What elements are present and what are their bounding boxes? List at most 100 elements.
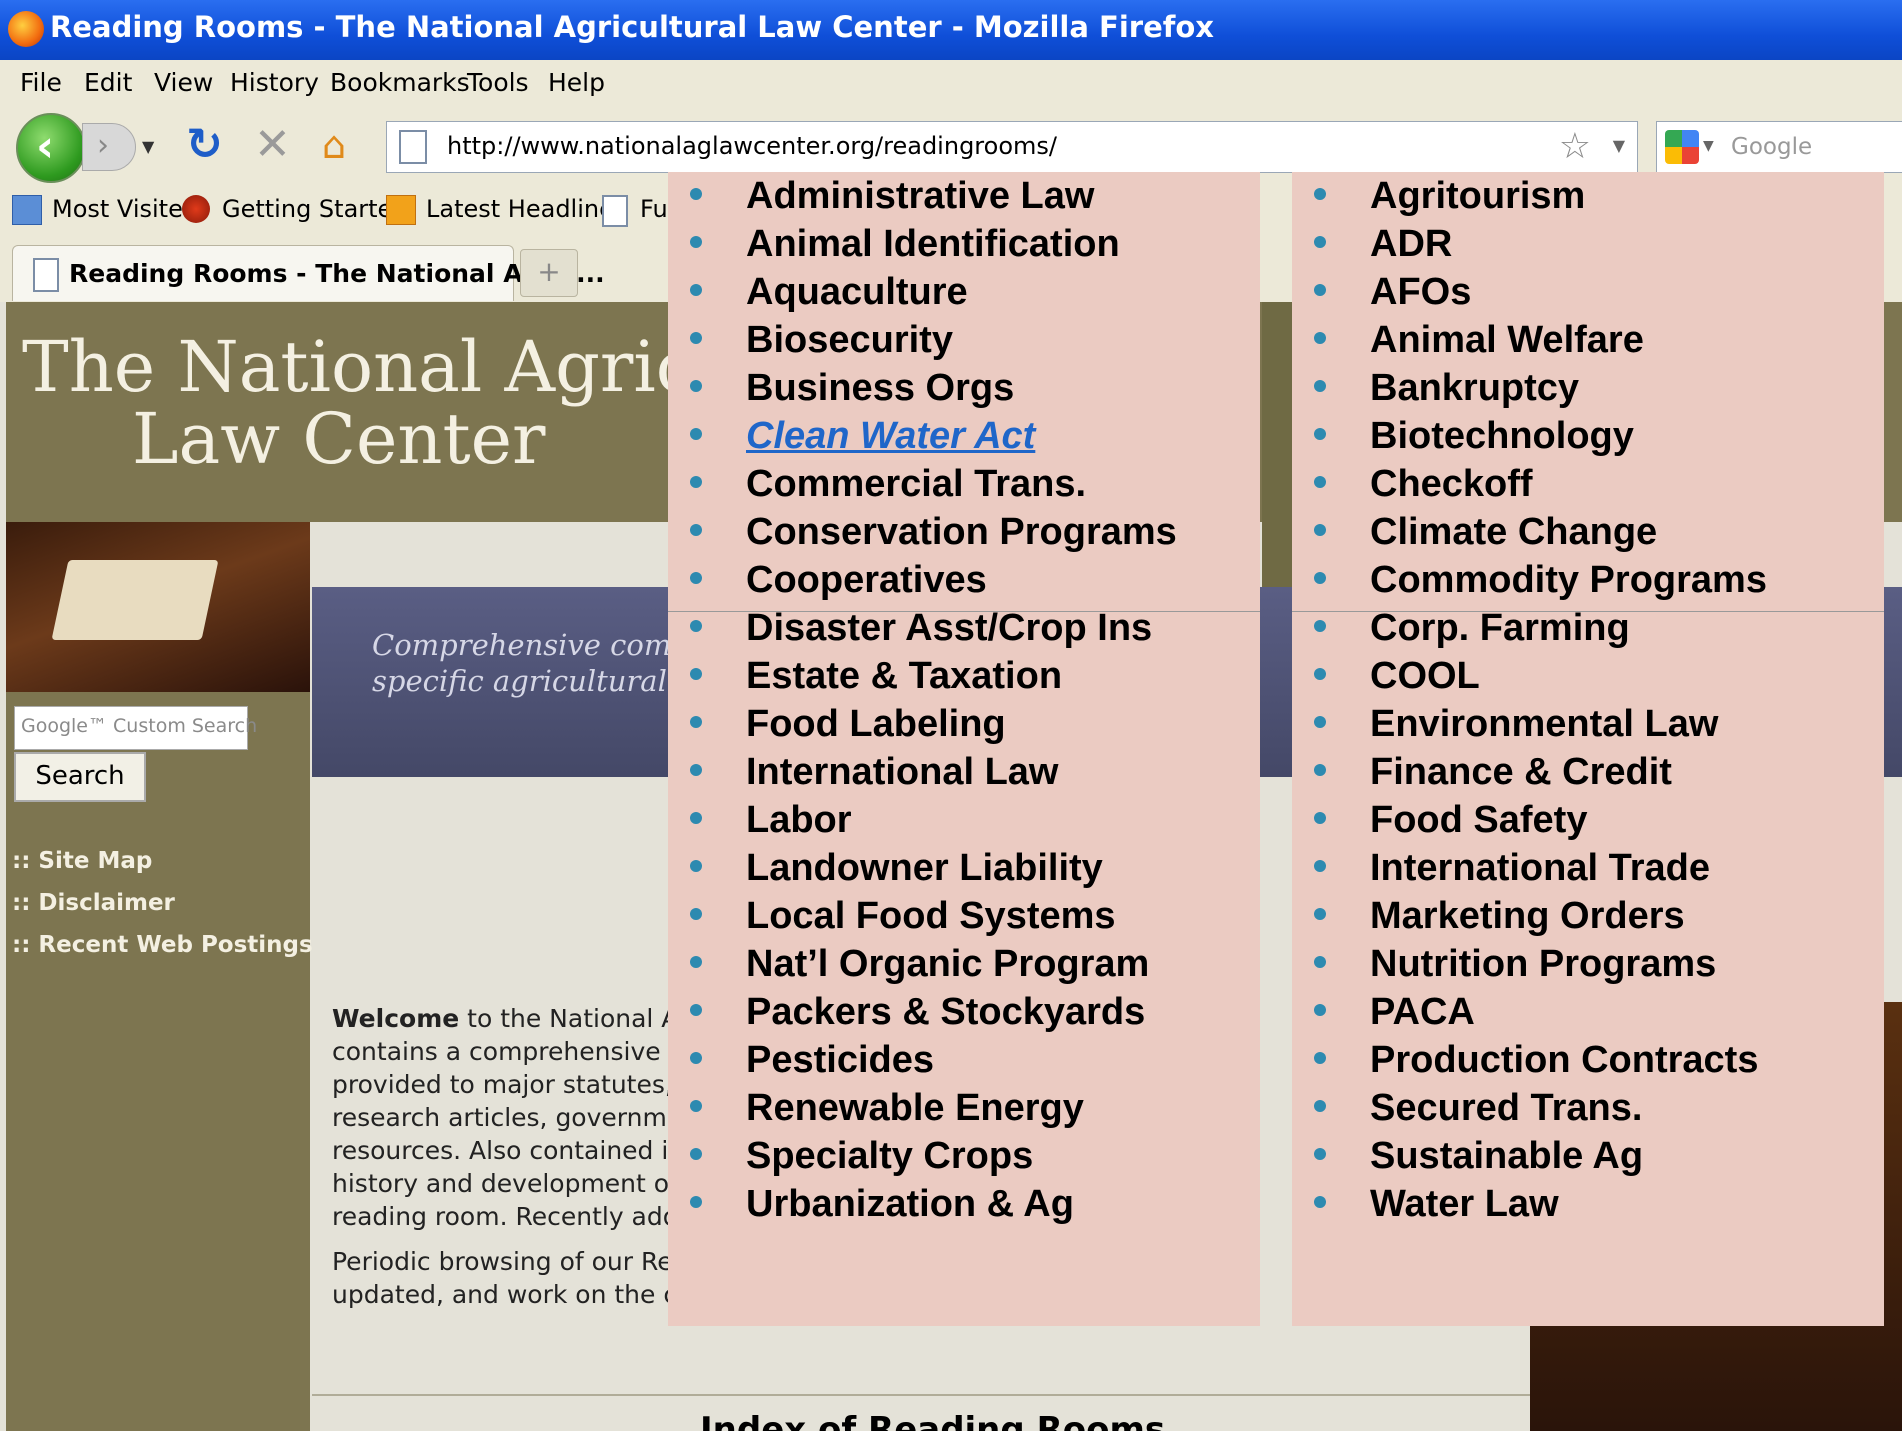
topic-item[interactable]: Specialty Crops xyxy=(668,1132,1260,1180)
topic-link[interactable]: Checkoff xyxy=(1370,460,1533,508)
topic-item[interactable]: Estate & Taxation xyxy=(668,652,1260,700)
topic-link[interactable]: Agritourism xyxy=(1370,172,1585,220)
topic-link[interactable]: Business Orgs xyxy=(746,364,1014,412)
topic-link[interactable]: Cooperatives xyxy=(746,556,987,604)
topic-item[interactable]: Finance & Credit xyxy=(1292,748,1884,796)
topic-link[interactable]: Labor xyxy=(746,796,852,844)
topic-item[interactable]: Labor xyxy=(668,796,1260,844)
home-icon[interactable]: ⌂ xyxy=(322,123,346,167)
topic-link[interactable]: Secured Trans. xyxy=(1370,1084,1642,1132)
topic-item[interactable]: Agritourism xyxy=(1292,172,1884,220)
tab-reading-rooms[interactable]: Reading Rooms - The National Agric... xyxy=(12,245,605,301)
topic-link[interactable]: Conservation Programs xyxy=(746,508,1177,556)
search-placeholder[interactable]: Google xyxy=(1731,134,1812,160)
topic-link[interactable]: Food Labeling xyxy=(746,700,1006,748)
topic-link[interactable]: Marketing Orders xyxy=(1370,892,1685,940)
topic-link[interactable]: Animal Welfare xyxy=(1370,316,1644,364)
topic-link[interactable]: Renewable Energy xyxy=(746,1084,1084,1132)
topic-link[interactable]: AFOs xyxy=(1370,268,1471,316)
stop-icon[interactable]: ✕ xyxy=(254,119,291,170)
menu-edit[interactable]: Edit xyxy=(84,68,132,97)
topic-item[interactable]: Business Orgs xyxy=(668,364,1260,412)
reload-icon[interactable]: ↻ xyxy=(186,119,223,170)
topic-link[interactable]: Disaster Asst/Crop Ins xyxy=(746,604,1152,652)
topic-link[interactable]: Corp. Farming xyxy=(1370,604,1630,652)
bookmark-latest-headlines[interactable]: Latest Headlines xyxy=(426,195,626,223)
topic-item[interactable]: Nutrition Programs xyxy=(1292,940,1884,988)
topic-item[interactable]: Administrative Law xyxy=(668,172,1260,220)
topic-link[interactable]: Biotechnology xyxy=(1370,412,1634,460)
google-icon[interactable] xyxy=(1665,130,1699,164)
topic-link[interactable]: Pesticides xyxy=(746,1036,934,1084)
topic-item[interactable]: Packers & Stockyards xyxy=(668,988,1260,1036)
topic-item[interactable]: Renewable Energy xyxy=(668,1084,1260,1132)
topic-item[interactable]: PACA xyxy=(1292,988,1884,1036)
topic-item[interactable]: Production Contracts xyxy=(1292,1036,1884,1084)
site-map-link[interactable]: :: Site Map xyxy=(12,848,152,874)
url-bar[interactable]: http://www.nationalaglawcenter.org/readi… xyxy=(386,121,1638,173)
custom-search-input[interactable]: Google™ Custom Search xyxy=(14,706,257,750)
topic-link[interactable]: Packers & Stockyards xyxy=(746,988,1145,1036)
topic-link[interactable]: International Law xyxy=(746,748,1058,796)
search-bar[interactable]: ▼ Google xyxy=(1656,121,1902,173)
topic-item[interactable]: Corp. Farming xyxy=(1292,604,1884,652)
topic-item[interactable]: Food Safety xyxy=(1292,796,1884,844)
back-button[interactable]: ‹ xyxy=(16,113,86,183)
bookmark-most-visited[interactable]: Most Visited xyxy=(52,195,198,223)
search-engine-dropdown-icon[interactable]: ▼ xyxy=(1703,138,1714,154)
topic-item[interactable]: Bankruptcy xyxy=(1292,364,1884,412)
topic-link[interactable]: COOL xyxy=(1370,652,1480,700)
topic-item[interactable]: International Trade xyxy=(1292,844,1884,892)
topic-link[interactable]: Animal Identification xyxy=(746,220,1120,268)
topic-item[interactable]: Sustainable Ag xyxy=(1292,1132,1884,1180)
topic-item[interactable]: COOL xyxy=(1292,652,1884,700)
topic-item[interactable]: Aquaculture xyxy=(668,268,1260,316)
topic-item[interactable]: AFOs xyxy=(1292,268,1884,316)
topic-link[interactable]: Specialty Crops xyxy=(746,1132,1033,1180)
topic-item[interactable]: Conservation Programs xyxy=(668,508,1260,556)
topic-item[interactable]: Marketing Orders xyxy=(1292,892,1884,940)
topic-item[interactable]: Checkoff xyxy=(1292,460,1884,508)
topic-link[interactable]: Administrative Law xyxy=(746,172,1094,220)
topic-item[interactable]: Clean Water Act xyxy=(668,412,1260,460)
history-dropdown-icon[interactable]: ▼ xyxy=(142,137,154,156)
topic-item[interactable]: Water Law xyxy=(1292,1180,1884,1228)
topic-item[interactable]: ADR xyxy=(1292,220,1884,268)
topic-link[interactable]: International Trade xyxy=(1370,844,1710,892)
topic-link[interactable]: Production Contracts xyxy=(1370,1036,1758,1084)
topic-item[interactable]: Local Food Systems xyxy=(668,892,1260,940)
bookmark-star-icon[interactable]: ☆ xyxy=(1559,126,1591,167)
topic-link[interactable]: Bankruptcy xyxy=(1370,364,1579,412)
topic-link[interactable]: Commercial Trans. xyxy=(746,460,1086,508)
topic-item[interactable]: Commodity Programs xyxy=(1292,556,1884,604)
topic-item[interactable]: Nat’l Organic Program xyxy=(668,940,1260,988)
topic-link[interactable]: Nat’l Organic Program xyxy=(746,940,1149,988)
topic-item[interactable]: Food Labeling xyxy=(668,700,1260,748)
topic-link[interactable]: Nutrition Programs xyxy=(1370,940,1716,988)
topic-link[interactable]: Sustainable Ag xyxy=(1370,1132,1643,1180)
topic-item[interactable]: Environmental Law xyxy=(1292,700,1884,748)
topic-link[interactable]: Aquaculture xyxy=(746,268,968,316)
topic-link[interactable]: Commodity Programs xyxy=(1370,556,1767,604)
topic-item[interactable]: Commercial Trans. xyxy=(668,460,1260,508)
topic-link[interactable]: Finance & Credit xyxy=(1370,748,1672,796)
topic-item[interactable]: International Law xyxy=(668,748,1260,796)
recent-web-postings-link[interactable]: :: Recent Web Postings xyxy=(12,932,313,958)
topic-item[interactable]: Disaster Asst/Crop Ins xyxy=(668,604,1260,652)
topic-item[interactable]: Cooperatives xyxy=(668,556,1260,604)
topic-link[interactable]: Local Food Systems xyxy=(746,892,1116,940)
menu-history[interactable]: History xyxy=(230,68,319,97)
url-text[interactable]: http://www.nationalaglawcenter.org/readi… xyxy=(447,132,1057,160)
topic-item[interactable]: Animal Welfare xyxy=(1292,316,1884,364)
topic-link[interactable]: PACA xyxy=(1370,988,1475,1036)
search-button[interactable]: Search xyxy=(14,752,146,802)
menu-view[interactable]: View xyxy=(154,68,213,97)
topic-link[interactable]: Climate Change xyxy=(1370,508,1657,556)
menu-file[interactable]: File xyxy=(20,68,62,97)
topic-item[interactable]: Biotechnology xyxy=(1292,412,1884,460)
topic-item[interactable]: Landowner Liability xyxy=(668,844,1260,892)
topic-link[interactable]: Estate & Taxation xyxy=(746,652,1062,700)
topic-link[interactable]: Biosecurity xyxy=(746,316,953,364)
url-dropdown-icon[interactable]: ▼ xyxy=(1613,136,1625,155)
topic-link[interactable]: Landowner Liability xyxy=(746,844,1103,892)
